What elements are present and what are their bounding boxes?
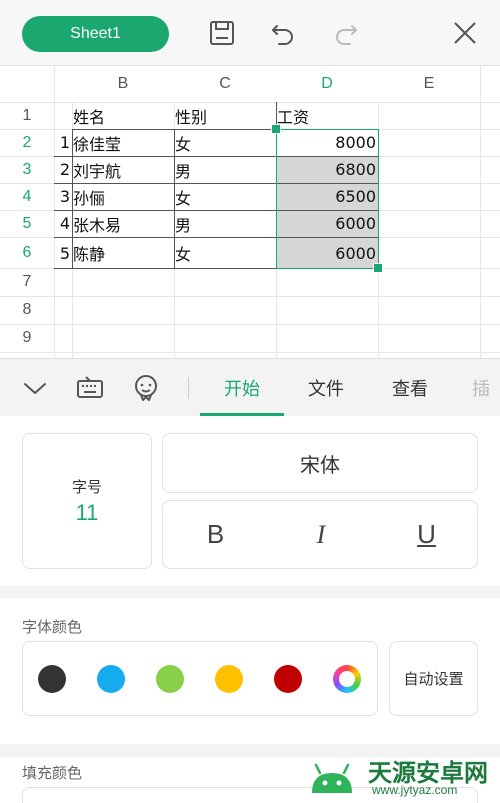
cell-gender[interactable]: 男	[174, 156, 276, 183]
chevron-down-icon[interactable]	[20, 373, 50, 403]
cell-name[interactable]: 张木易	[72, 210, 174, 237]
cell-name[interactable]: 陈静	[72, 238, 174, 268]
row-header-2[interactable]: 2	[0, 129, 54, 156]
font-name-button[interactable]: 宋体	[162, 433, 478, 493]
table-border	[54, 268, 378, 269]
font-color-palette	[22, 641, 378, 716]
row-header-4[interactable]: 4	[0, 183, 54, 210]
color-swatch-red[interactable]	[274, 665, 302, 693]
font-size-value: 11	[75, 500, 99, 525]
row-header-8[interactable]: 8	[0, 296, 54, 324]
cell-gender[interactable]: 女	[174, 129, 276, 156]
cell-salary[interactable]: 8000	[276, 129, 378, 156]
color-swatch-green[interactable]	[156, 665, 184, 693]
close-icon[interactable]	[450, 18, 480, 48]
cell-index[interactable]: 4	[54, 210, 72, 237]
color-swatch-yellow[interactable]	[215, 665, 243, 693]
row-header-7[interactable]: 7	[0, 268, 54, 296]
row-header-3[interactable]: 3	[0, 156, 54, 183]
tab-start[interactable]: 开始	[200, 359, 284, 417]
cell-salary[interactable]: 6000	[276, 238, 378, 268]
cell-index[interactable]: 2	[54, 156, 72, 183]
gridline	[378, 66, 379, 358]
cell-salary[interactable]: 6800	[276, 156, 378, 183]
cell-name-header[interactable]: 姓名	[72, 102, 174, 129]
italic-button[interactable]: I	[268, 501, 374, 568]
column-header-c[interactable]: C	[174, 66, 276, 102]
tab-view[interactable]: 查看	[368, 359, 452, 417]
cell-gender[interactable]: 女	[174, 183, 276, 210]
gridline	[0, 296, 500, 297]
selection-end-handle[interactable]	[373, 263, 383, 273]
cell-salary[interactable]: 6500	[276, 183, 378, 210]
undo-icon[interactable]	[268, 18, 298, 48]
row-header-5[interactable]: 5	[0, 210, 54, 237]
cell-gender[interactable]: 男	[174, 210, 276, 237]
column-header-d[interactable]: D	[276, 66, 378, 102]
gridline	[0, 352, 500, 353]
spreadsheet-grid[interactable]: B C D E 1 2 3 4 5 6 7 8 9 姓名 性别 工资 1 徐佳莹…	[0, 66, 500, 358]
color-wheel-icon[interactable]	[333, 665, 361, 693]
row-header-6[interactable]: 6	[0, 237, 54, 268]
color-swatch-black[interactable]	[38, 665, 66, 693]
column-header-e[interactable]: E	[378, 66, 480, 102]
ribbon-panel: 字号 11 宋体 B I U 字体颜色 自动设置 填充颜色 天源安卓网 www.…	[0, 416, 500, 803]
cell-gender[interactable]: 女	[174, 238, 276, 268]
color-wheel-center	[339, 671, 355, 687]
redo-icon[interactable]	[331, 18, 361, 48]
cell-name[interactable]: 刘宇航	[72, 156, 174, 183]
top-toolbar: Sheet1	[0, 0, 500, 66]
underline-button[interactable]: U	[374, 501, 479, 568]
font-name-label: 宋体	[300, 452, 340, 477]
font-size-label: 字号	[71, 478, 102, 496]
cell-salary-header[interactable]: 工资	[276, 102, 378, 129]
auto-color-button[interactable]: 自动设置	[389, 641, 478, 716]
selection-start-handle[interactable]	[271, 124, 281, 134]
color-swatch-blue[interactable]	[97, 665, 125, 693]
column-header-b[interactable]: B	[72, 66, 174, 102]
gridline	[0, 324, 500, 325]
voice-assistant-icon[interactable]	[131, 373, 161, 403]
cell-index[interactable]: 5	[54, 238, 72, 268]
row-header-9[interactable]: 9	[0, 324, 54, 352]
font-size-button[interactable]: 字号 11	[22, 433, 152, 569]
tab-file[interactable]: 文件	[284, 359, 368, 417]
ribbon-tab-bar: 开始 文件 查看 插	[0, 358, 500, 416]
font-color-title: 字体颜色	[22, 618, 83, 636]
tab-insert[interactable]: 插	[452, 359, 500, 417]
cell-name[interactable]: 徐佳莹	[72, 129, 174, 156]
watermark-url: www.jytyaz.com	[372, 783, 458, 797]
tab-separator	[188, 377, 189, 399]
fill-color-title: 填充颜色	[22, 764, 83, 782]
cell-name[interactable]: 孙俪	[72, 183, 174, 210]
gridline	[480, 66, 481, 358]
auto-color-label: 自动设置	[403, 670, 464, 688]
bold-button[interactable]: B	[163, 501, 268, 568]
cell-index[interactable]: 1	[54, 129, 72, 156]
keyboard-icon[interactable]	[75, 373, 105, 403]
row-header-1[interactable]: 1	[0, 102, 54, 129]
sheet-tab-button[interactable]: Sheet1	[22, 16, 169, 52]
watermark-logo: 天源安卓网 www.jytyaz.com	[306, 751, 496, 801]
font-style-group: B I U	[162, 500, 478, 569]
cell-salary[interactable]: 6000	[276, 210, 378, 237]
save-icon[interactable]	[207, 18, 237, 48]
cell-index[interactable]: 3	[54, 183, 72, 210]
cell-gender-header[interactable]: 性别	[174, 102, 276, 129]
